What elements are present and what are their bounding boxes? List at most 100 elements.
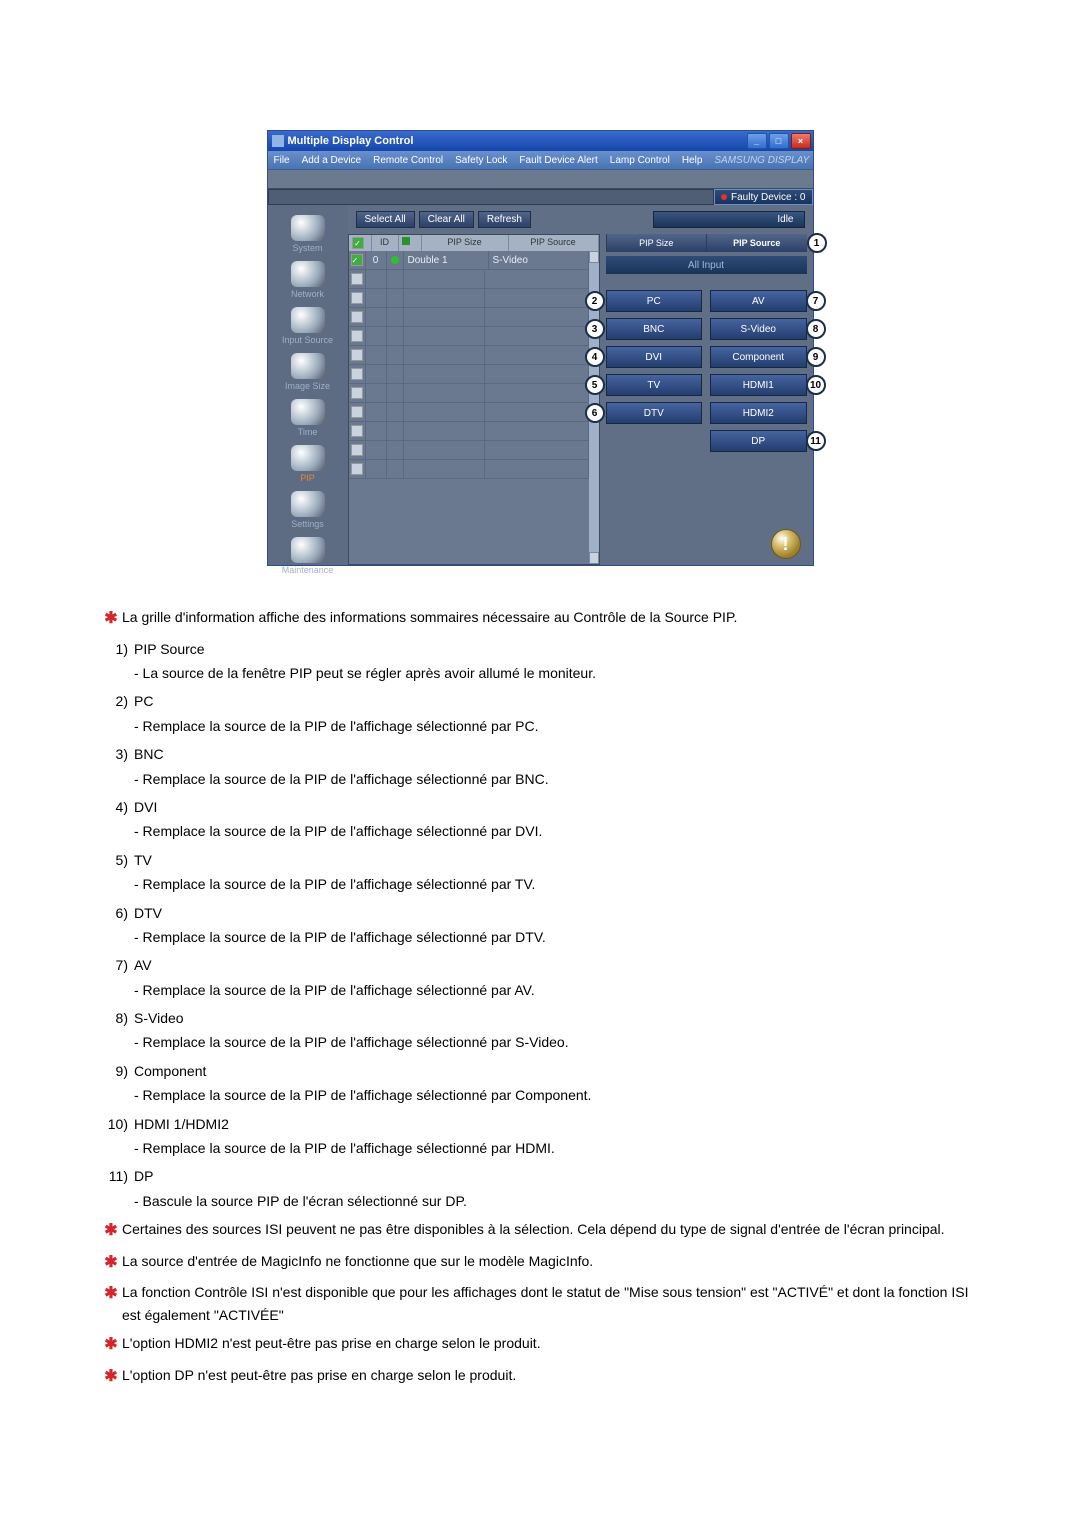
grid-header-check[interactable]: [349, 235, 372, 251]
titlebar: Multiple Display Control _ □ ×: [268, 131, 813, 151]
grid-row-0[interactable]: 0 Double 1 S-Video: [349, 251, 589, 270]
star-icon: ✱: [100, 1281, 122, 1326]
time-icon: [291, 399, 325, 425]
callout-5: 5: [585, 375, 605, 395]
source-pc-button[interactable]: PC 2: [606, 290, 703, 312]
callout-1: 1: [807, 233, 827, 253]
tab-pip-source-label: PIP Source: [733, 238, 780, 248]
menu-help[interactable]: Help: [682, 155, 703, 166]
check-all-checkbox[interactable]: [352, 237, 364, 249]
source-dtv-label: DTV: [644, 408, 664, 419]
sidebar-item-maintenance[interactable]: Maintenance: [273, 535, 343, 579]
item-num: 6): [100, 902, 134, 924]
row-checkbox[interactable]: [351, 444, 363, 456]
tab-pip-size[interactable]: PIP Size: [606, 234, 707, 252]
network-icon: [291, 261, 325, 287]
grid-row-empty: [349, 308, 589, 327]
source-av-button[interactable]: AV 7: [710, 290, 807, 312]
row-checkbox[interactable]: [351, 330, 363, 342]
minimize-button[interactable]: _: [747, 133, 767, 149]
select-all-button[interactable]: Select All: [356, 211, 415, 228]
row-checkbox[interactable]: [351, 368, 363, 380]
refresh-button[interactable]: Refresh: [478, 211, 531, 228]
grid-row-empty: [349, 346, 589, 365]
row-checkbox[interactable]: [351, 311, 363, 323]
menu-file[interactable]: File: [274, 155, 290, 166]
source-hdmi1-button[interactable]: HDMI1 10: [710, 374, 807, 396]
grid-header-source: PIP Source: [509, 235, 599, 251]
menu-fault-alert[interactable]: Fault Device Alert: [519, 155, 597, 166]
source-hdmi2-button[interactable]: HDMI2: [710, 402, 807, 424]
close-button[interactable]: ×: [791, 133, 811, 149]
menu-remote-control[interactable]: Remote Control: [373, 155, 443, 166]
row-status-icon: [391, 256, 399, 264]
scroll-up-button[interactable]: [589, 251, 599, 263]
warning-icon: !: [771, 529, 801, 559]
settings-icon: [291, 491, 325, 517]
item-num: 9): [100, 1060, 134, 1082]
item-title: HDMI 1/HDMI2: [134, 1113, 980, 1135]
item-desc: - Remplace la source de la PIP de l'affi…: [134, 820, 980, 842]
item-desc: - Remplace la source de la PIP de l'affi…: [134, 1031, 980, 1053]
idle-status: Idle: [653, 211, 805, 228]
sidebar-label-maintenance: Maintenance: [282, 565, 334, 575]
row-checkbox[interactable]: [351, 387, 363, 399]
right-panel: PIP Size PIP Source 1 All Input PC 2: [600, 234, 813, 565]
row-checkbox[interactable]: [351, 273, 363, 285]
callout-10: 10: [806, 375, 826, 395]
item-num: 3): [100, 743, 134, 765]
row-checkbox[interactable]: [351, 292, 363, 304]
sidebar-item-pip[interactable]: PIP: [273, 443, 343, 487]
image-size-icon: [291, 353, 325, 379]
item-num: 11): [100, 1165, 134, 1187]
sidebar-item-time[interactable]: Time: [273, 397, 343, 441]
menubar: File Add a Device Remote Control Safety …: [268, 151, 813, 170]
source-tv-button[interactable]: TV 5: [606, 374, 703, 396]
sidebar-label-network: Network: [291, 289, 324, 299]
menu-add-device[interactable]: Add a Device: [302, 155, 361, 166]
row-checkbox[interactable]: [351, 254, 363, 266]
item-desc: - Remplace la source de la PIP de l'affi…: [134, 979, 980, 1001]
source-svideo-button[interactable]: S-Video 8: [710, 318, 807, 340]
row-pip-source: S-Video: [489, 251, 589, 269]
row-checkbox[interactable]: [351, 406, 363, 418]
menu-safety-lock[interactable]: Safety Lock: [455, 155, 507, 166]
source-component-button[interactable]: Component 9: [710, 346, 807, 368]
item-desc: - Remplace la source de la PIP de l'affi…: [134, 926, 980, 948]
faulty-device-label: Faulty Device : 0: [731, 192, 805, 203]
input-source-icon: [291, 307, 325, 333]
sidebar-item-network[interactable]: Network: [273, 259, 343, 303]
status-row: Faulty Device : 0: [268, 189, 813, 205]
callout-4: 4: [585, 347, 605, 367]
status-filler: [268, 189, 715, 205]
item-desc: - Remplace la source de la PIP de l'affi…: [134, 1137, 980, 1159]
source-av-label: AV: [752, 296, 765, 307]
maximize-button[interactable]: □: [769, 133, 789, 149]
source-bnc-button[interactable]: BNC 3: [606, 318, 703, 340]
sidebar-item-system[interactable]: System: [273, 213, 343, 257]
item-num: 2): [100, 690, 134, 712]
source-dtv-button[interactable]: DTV 6: [606, 402, 703, 424]
row-checkbox[interactable]: [351, 349, 363, 361]
source-dvi-button[interactable]: DVI 4: [606, 346, 703, 368]
item-desc: - La source de la fenêtre PIP peut se ré…: [134, 662, 980, 684]
grid-row-empty: [349, 403, 589, 422]
scroll-down-button[interactable]: [589, 552, 599, 564]
star-icon: ✱: [100, 1364, 122, 1390]
menu-lamp-control[interactable]: Lamp Control: [610, 155, 670, 166]
row-checkbox[interactable]: [351, 425, 363, 437]
tab-pip-source[interactable]: PIP Source 1: [706, 234, 807, 252]
sidebar-item-image-size[interactable]: Image Size: [273, 351, 343, 395]
brand-label: SAMSUNG DISPLAY: [714, 155, 809, 166]
item-title: TV: [134, 849, 980, 871]
note-text: La fonction Contrôle ISI n'est disponibl…: [122, 1281, 980, 1326]
sidebar-label-image-size: Image Size: [285, 381, 330, 391]
all-input-label: All Input: [606, 256, 807, 274]
row-checkbox[interactable]: [351, 463, 363, 475]
pip-icon: [291, 445, 325, 471]
clear-all-button[interactable]: Clear All: [419, 211, 474, 228]
sidebar-item-input-source[interactable]: Input Source: [273, 305, 343, 349]
sidebar-item-settings[interactable]: Settings: [273, 489, 343, 533]
main-panel: Select All Clear All Refresh Idle ID: [348, 205, 813, 565]
source-dp-button[interactable]: DP 11: [710, 430, 807, 452]
